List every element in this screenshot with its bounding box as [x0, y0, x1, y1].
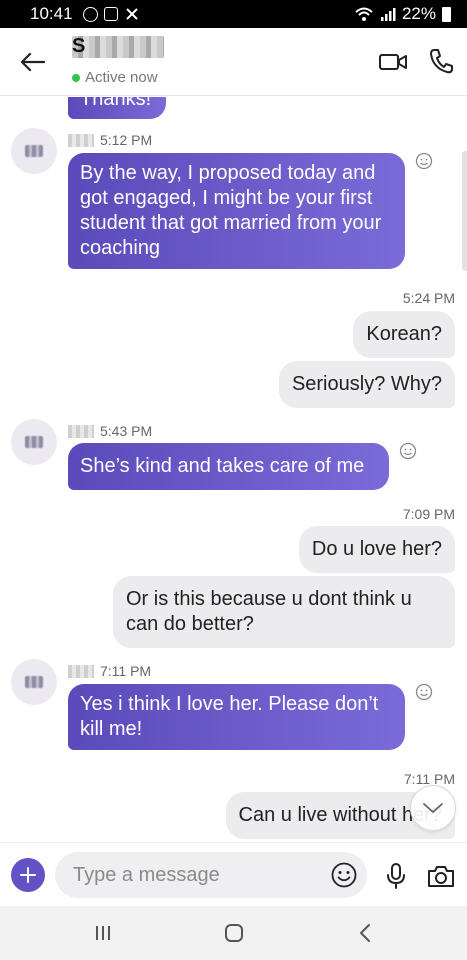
system-nav-bar: [0, 906, 467, 960]
message-input[interactable]: [73, 852, 313, 898]
home-button[interactable]: [219, 918, 249, 948]
back-icon: [360, 924, 370, 942]
outgoing-message[interactable]: Do u love her?: [298, 526, 455, 573]
contact-initial: S: [72, 35, 86, 57]
signal-icon: [380, 8, 396, 21]
sender-name-blurred: [68, 664, 94, 678]
avatar[interactable]: [11, 659, 57, 705]
message-time: 5:12 PM: [100, 132, 153, 148]
outgoing-message[interactable]: Seriously? Why?: [278, 361, 455, 408]
voice-message-button[interactable]: [382, 861, 410, 891]
message-meta: 5:12 PM: [68, 132, 152, 148]
time-separator: 7:09 PM: [402, 506, 455, 522]
camera-icon: [428, 866, 454, 887]
avatar[interactable]: [11, 128, 57, 174]
message-time: 7:11 PM: [100, 663, 152, 679]
avatar[interactable]: [11, 419, 57, 465]
recent-apps-icon: [96, 926, 110, 940]
add-attachment-button[interactable]: [11, 858, 45, 892]
emoji-icon: [415, 152, 433, 170]
wifi-icon: [355, 7, 373, 21]
outgoing-message[interactable]: Korean?: [353, 311, 455, 358]
incoming-message[interactable]: Yes i think I love her. Please don’t kil…: [68, 684, 405, 750]
avatar-initials-blurred: [25, 436, 43, 448]
back-nav-button[interactable]: [350, 918, 380, 948]
status-time: 10:41: [30, 4, 73, 23]
gallery-notification-icon: [103, 7, 118, 21]
voice-call-button[interactable]: [426, 46, 456, 76]
sender-name-blurred: [68, 424, 94, 438]
video-camera-icon: [379, 54, 407, 70]
incoming-message[interactable]: Thanks!: [68, 97, 166, 119]
status-bar: 10:41 22%: [0, 0, 467, 28]
time-separator: 5:24 PM: [402, 290, 455, 306]
react-button[interactable]: [398, 441, 418, 461]
emoji-icon: [415, 683, 433, 701]
react-button[interactable]: [414, 151, 434, 171]
presence-text: Active now: [85, 69, 158, 86]
battery-percent: 22%: [401, 4, 436, 23]
incoming-message[interactable]: By the way, I proposed today and got eng…: [68, 153, 405, 269]
microphone-icon: [387, 863, 405, 889]
back-button[interactable]: [14, 44, 50, 80]
chevron-down-icon: [423, 803, 443, 814]
incoming-message[interactable]: She’s kind and takes care of me: [68, 443, 389, 490]
scrollbar[interactable]: [462, 151, 467, 271]
react-button[interactable]: [414, 682, 434, 702]
online-dot-icon: [72, 73, 80, 82]
chat-header: S Active now: [0, 28, 467, 96]
scroll-to-bottom-button[interactable]: [410, 785, 456, 831]
home-icon: [225, 924, 243, 942]
message-meta: 7:11 PM: [68, 663, 151, 679]
scissors-notification-icon: [125, 8, 138, 20]
message-list[interactable]: Thanks! 5:12 PM By the way, I proposed t…: [0, 97, 467, 841]
message-composer: [0, 842, 467, 906]
message-meta: 5:43 PM: [68, 423, 152, 439]
message-field[interactable]: [55, 852, 367, 898]
sender-name-blurred: [68, 133, 94, 147]
avatar-initials-blurred: [25, 145, 43, 157]
phone-icon: [430, 49, 453, 74]
emoji-icon: [399, 442, 417, 460]
emoji-button[interactable]: [331, 862, 357, 888]
message-time: 5:43 PM: [100, 423, 153, 439]
presence-status: Active now: [72, 69, 158, 86]
whatsapp-notification-icon: [82, 6, 98, 22]
battery-icon: [442, 6, 451, 22]
avatar-initials-blurred: [25, 676, 43, 688]
back-arrow-icon: [20, 52, 45, 72]
outgoing-message[interactable]: Or is this because u dont think u can do…: [113, 576, 455, 648]
emoji-icon: [331, 862, 357, 888]
recent-apps-button[interactable]: [88, 918, 118, 948]
video-call-button[interactable]: [376, 48, 410, 76]
contact-name-blurred[interactable]: [72, 36, 164, 58]
camera-button[interactable]: [426, 862, 456, 890]
plus-icon: [20, 867, 36, 883]
